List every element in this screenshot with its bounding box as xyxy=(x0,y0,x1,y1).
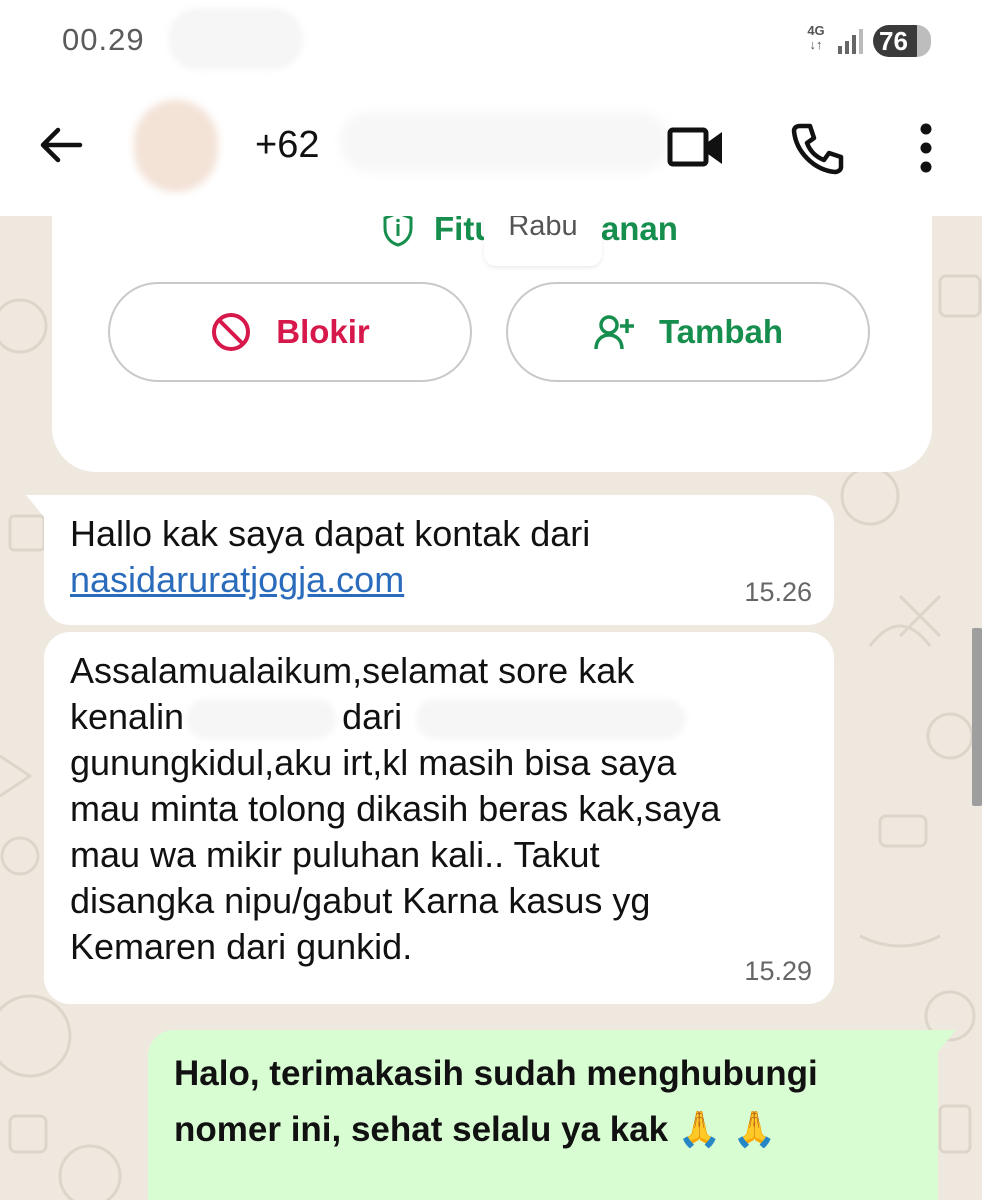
status-bar: 00.29 4G ↓↑ 76 xyxy=(0,0,982,82)
scrollbar[interactable] xyxy=(972,628,982,806)
network-4g-icon: 4G ↓↑ xyxy=(807,23,825,52)
incoming-message[interactable]: Assalamualaikum,selamat sore kak kenalin… xyxy=(44,632,834,1004)
chat-area[interactable]: Fitur keamanan Rabu Blokir Tambah Hallo … xyxy=(0,216,982,1200)
message-line: gunungkidul,aku irt,kl masih bisa saya xyxy=(70,742,677,783)
add-button-label: Tambah xyxy=(658,313,784,350)
contact-redacted xyxy=(340,112,670,172)
message-line: Kemaren dari gunkid. xyxy=(70,926,413,967)
message-line-redacted: kenalin dari xyxy=(70,694,808,740)
block-button[interactable]: Blokir xyxy=(108,282,472,382)
message-line: dari xyxy=(342,696,403,737)
message-line-with-emoji: nomer ini, sehat selalu ya kak 🙏 🙏 xyxy=(174,1102,912,1158)
add-person-icon xyxy=(594,315,634,350)
battery-level: 76 xyxy=(879,26,908,56)
battery-icon: 76 xyxy=(873,25,931,57)
outgoing-message[interactable]: Halo, terimakasih sudah menghubungi nome… xyxy=(148,1030,956,1200)
redacted-text xyxy=(416,699,687,740)
contact-name[interactable]: +62 xyxy=(255,124,319,167)
more-vert-icon[interactable] xyxy=(898,120,954,176)
network-label: 4G xyxy=(807,23,825,38)
message-time: 15.26 xyxy=(744,577,812,607)
praying-hands-emoji: 🙏 🙏 xyxy=(677,1110,777,1150)
status-redacted-area xyxy=(168,8,303,70)
signal-icon xyxy=(838,29,863,54)
message-line: mau minta tolong dikasih beras kak,saya xyxy=(70,788,721,829)
chat-header: +62 xyxy=(0,82,982,216)
message-line: disangka nipu/gabut Karna kasus yg xyxy=(70,880,651,921)
add-contact-button[interactable]: Tambah xyxy=(506,282,870,382)
date-chip: Rabu xyxy=(484,216,602,266)
back-arrow-icon[interactable] xyxy=(36,120,86,170)
redacted-text xyxy=(186,699,337,740)
status-time: 00.29 xyxy=(62,22,145,57)
message-line: kenalin xyxy=(70,696,185,737)
avatar[interactable] xyxy=(134,100,218,192)
phone-icon[interactable] xyxy=(788,120,848,176)
message-line: Halo, terimakasih sudah menghubungi xyxy=(174,1054,818,1093)
message-text: Hallo kak saya dapat kontak dari xyxy=(70,513,591,554)
security-card: Fitur keamanan Rabu Blokir Tambah xyxy=(52,216,932,472)
message-line: Assalamualaikum,selamat sore kak xyxy=(70,650,635,691)
block-button-label: Blokir xyxy=(276,313,370,350)
message-line: mau wa mikir puluhan kali.. Takut xyxy=(70,834,600,875)
shield-icon xyxy=(383,216,413,247)
incoming-message[interactable]: Hallo kak saya dapat kontak dari nasidar… xyxy=(26,495,834,625)
message-line: nomer ini, sehat selalu ya kak xyxy=(174,1110,669,1149)
message-link[interactable]: nasidaruratjogja.com xyxy=(70,557,808,603)
message-time: 15.29 xyxy=(744,956,812,986)
video-call-icon[interactable] xyxy=(666,120,726,176)
date-chip-label: Rabu xyxy=(508,216,578,242)
block-icon xyxy=(212,313,251,351)
